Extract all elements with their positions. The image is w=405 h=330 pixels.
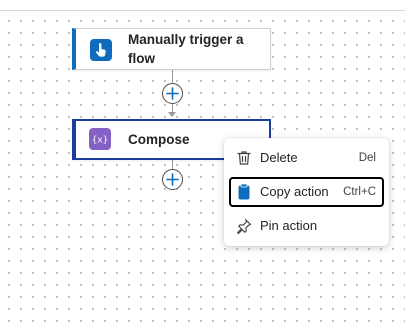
trigger-card[interactable]: Manually trigger a flow xyxy=(72,28,271,70)
plus-icon xyxy=(166,87,179,100)
menu-item-delete[interactable]: Delete Del xyxy=(229,143,384,173)
pin-icon xyxy=(237,218,252,235)
context-menu: Delete Del Copy action Ctrl+C Pin action xyxy=(224,138,389,246)
menu-item-label: Pin action xyxy=(260,218,318,233)
add-step-button[interactable] xyxy=(162,169,183,190)
trash-icon xyxy=(237,151,251,165)
connector-arrow-icon xyxy=(168,112,176,117)
menu-item-label: Delete xyxy=(260,150,298,165)
connector-line xyxy=(172,160,173,169)
menu-item-pin-action[interactable]: Pin action xyxy=(229,211,384,241)
menu-item-label: Copy action xyxy=(260,184,329,199)
menu-item-shortcut: Del xyxy=(358,152,376,164)
connector-line xyxy=(172,70,173,83)
plus-icon xyxy=(166,173,179,186)
compose-card-title: Compose xyxy=(128,132,190,147)
touch-hand-icon xyxy=(90,39,112,61)
canvas-top-edge xyxy=(0,0,405,11)
menu-item-copy-action[interactable]: Copy action Ctrl+C xyxy=(229,177,384,207)
compose-braces-icon: {x} xyxy=(89,128,111,150)
clipboard-icon xyxy=(238,183,250,200)
menu-item-shortcut: Ctrl+C xyxy=(343,186,376,198)
trigger-card-title: Manually trigger a flow xyxy=(128,32,244,66)
add-step-button[interactable] xyxy=(162,83,183,104)
svg-text:{x}: {x} xyxy=(92,136,108,146)
